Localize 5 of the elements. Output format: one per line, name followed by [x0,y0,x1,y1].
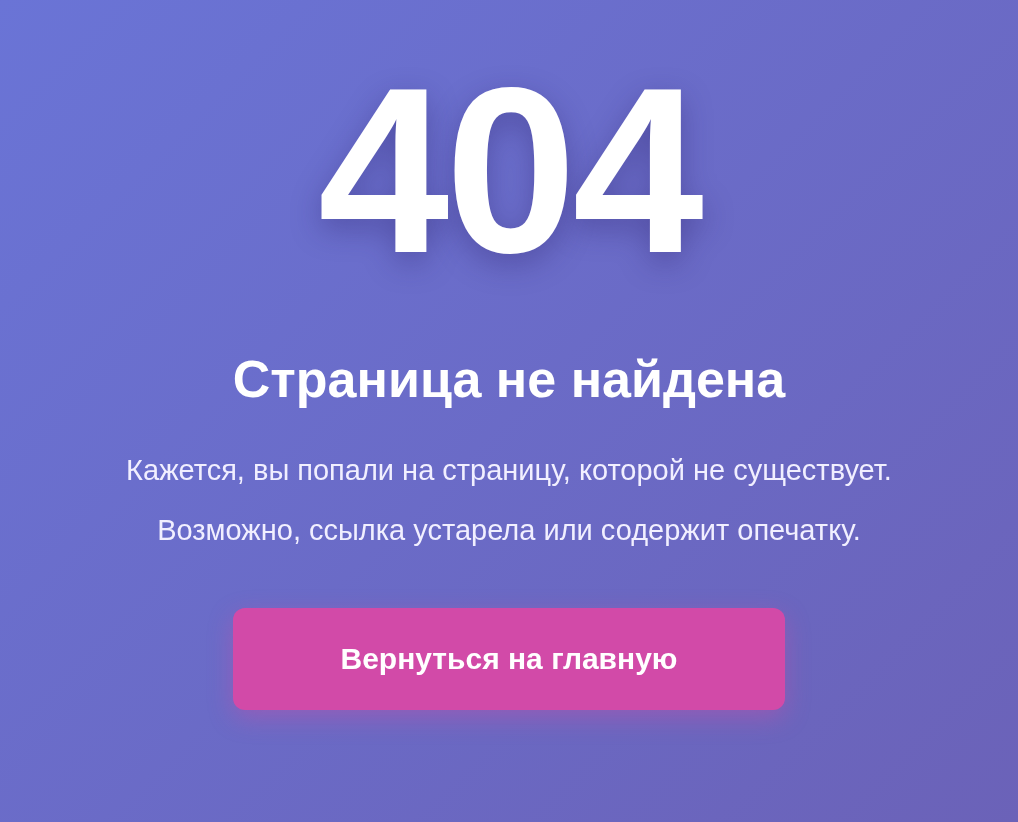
error-code: 404 [318,52,700,288]
message-line: Возможно, ссылка устарела или содержит опечатку. [157,513,861,549]
home-button[interactable]: Вернуться на главную [233,608,785,711]
page-title: Страница не найдена [232,349,786,410]
message-line: Кажется, вы попали на страницу, которой не существует. [126,453,892,489]
